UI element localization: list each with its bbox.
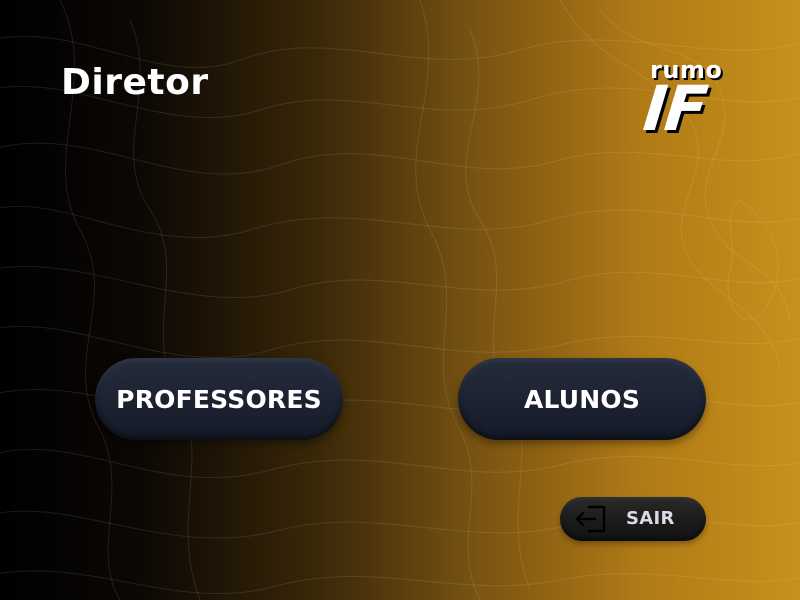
professores-button[interactable]: PROFESSORES bbox=[95, 358, 343, 440]
logout-icon bbox=[575, 505, 606, 533]
page-title: Diretor bbox=[61, 62, 209, 103]
logout-button[interactable]: SAIR bbox=[560, 497, 706, 541]
professores-button-label: PROFESSORES bbox=[116, 384, 322, 414]
screen: Diretor rumo IF PROFESSORES ALUNOS SAIR bbox=[0, 0, 800, 600]
logo-text-if: IF bbox=[640, 72, 710, 145]
alunos-button-label: ALUNOS bbox=[523, 384, 641, 414]
logo: rumo IF bbox=[640, 52, 750, 152]
logout-button-label: SAIR bbox=[626, 508, 675, 529]
alunos-button[interactable]: ALUNOS bbox=[458, 358, 706, 440]
